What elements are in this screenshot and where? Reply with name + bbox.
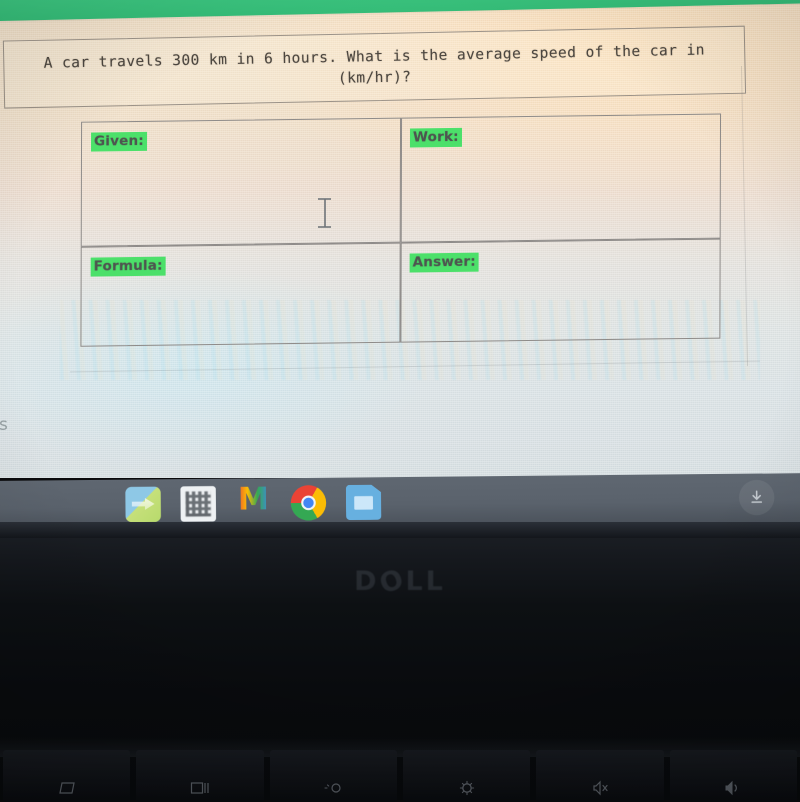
cell-label-answer: Answer: xyxy=(409,252,479,273)
cell-label-work: Work: xyxy=(409,127,462,148)
laptop-body: DOLL xyxy=(0,522,800,802)
mute-key[interactable] xyxy=(536,750,664,802)
overview-key[interactable] xyxy=(136,750,264,802)
cell-label-formula: Formula: xyxy=(90,256,166,277)
volume-key[interactable] xyxy=(669,750,797,802)
question-banner: A car travels 300 km in 6 hours. What is… xyxy=(2,25,747,109)
cell-label-given: Given: xyxy=(90,131,147,152)
shelf-app-icons xyxy=(125,481,382,527)
table-cell-given[interactable]: Given: xyxy=(80,117,402,247)
table-cell-work[interactable]: Work: xyxy=(400,113,722,243)
question-line-1: A car travels 300 km in 6 hours. What is… xyxy=(43,41,706,72)
slides-icon[interactable] xyxy=(346,485,382,521)
worksheet-document: A car travels 300 km in 6 hours. What is… xyxy=(2,10,762,377)
qr-code-icon[interactable] xyxy=(180,486,217,522)
back-key[interactable] xyxy=(3,750,131,802)
question-line-2: (km/hr)? xyxy=(337,68,412,87)
keyboard-function-row xyxy=(0,750,800,802)
table-cell-answer[interactable]: Answer: xyxy=(400,238,721,343)
laptop-hinge xyxy=(0,522,800,538)
download-icon[interactable] xyxy=(738,479,775,516)
dell-logo: DOLL xyxy=(354,562,446,601)
brightness-up-key[interactable] xyxy=(402,750,531,802)
question-text: A car travels 300 km in 6 hours. What is… xyxy=(24,39,725,95)
chrome-icon[interactable] xyxy=(290,485,327,527)
laptop-screen: A car travels 300 km in 6 hours. What is… xyxy=(0,0,800,478)
answer-table: Given: Work: Formula: Answer: xyxy=(80,113,722,347)
files-icon[interactable] xyxy=(125,486,161,523)
clipped-edge-glyph: s xyxy=(0,415,8,435)
gmail-icon[interactable] xyxy=(236,486,272,522)
brightness-down-key[interactable] xyxy=(269,750,397,802)
table-cell-formula[interactable]: Formula: xyxy=(80,242,401,347)
